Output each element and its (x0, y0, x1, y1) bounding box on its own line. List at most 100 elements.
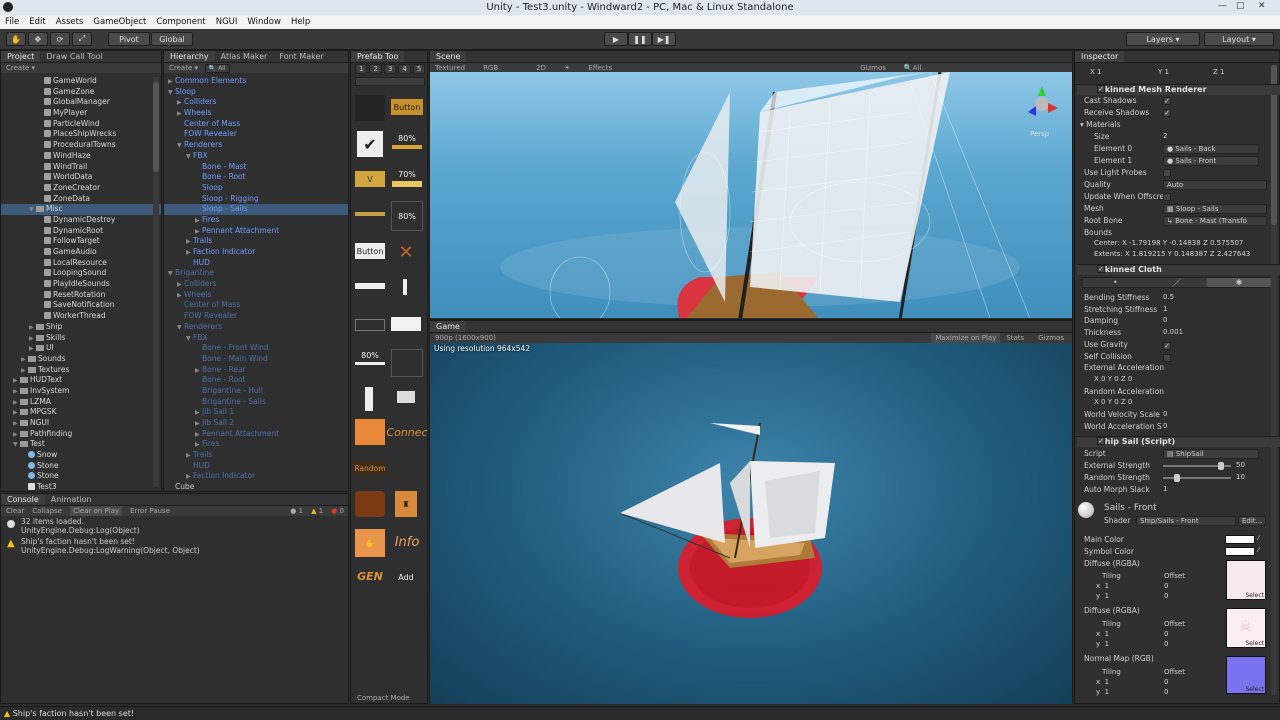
main-color-picker-icon[interactable]: ⁄ (1258, 534, 1259, 544)
hierarchy-item[interactable]: ▼ Renderers (164, 322, 348, 333)
cloth-select-tool-icon[interactable]: • (1113, 278, 1118, 287)
skinned-mesh-renderer-header[interactable]: Skinned Mesh Renderer (1077, 84, 1280, 95)
skinned-cloth-header[interactable]: Skinned Cloth (1077, 264, 1280, 275)
console-clear-button[interactable]: Clear (6, 506, 24, 516)
menu-window[interactable]: Window (242, 17, 286, 27)
console-message-info[interactable]: 32 items loaded. UnityEngine.Debug:Log(O… (7, 517, 140, 535)
hierarchy-item[interactable]: ▶ Wheels (164, 108, 348, 119)
hierarchy-item[interactable]: ▼ Brigantine (164, 268, 348, 279)
cloth-prop-value[interactable]: 0.5 (1163, 293, 1174, 303)
prefab-compact-mode-label[interactable]: Compact Mode (357, 694, 410, 702)
prefab-search-input[interactable] (355, 77, 425, 86)
hierarchy-item[interactable]: ▶ Jib Sail 1 (164, 407, 348, 418)
random-strength-slider[interactable] (1163, 474, 1231, 482)
layout-dropdown[interactable]: Layout ▾ (1204, 32, 1274, 46)
project-item[interactable]: ▶ Pathfinding (1, 429, 161, 440)
diffuse2-tiling-x[interactable]: x 1 (1096, 630, 1109, 640)
maximize-icon[interactable]: ▢ (1236, 1, 1245, 11)
prefab-orange-panel[interactable] (355, 419, 385, 445)
expand-arrow-icon[interactable]: ▼ (186, 152, 193, 163)
prefab-dropdown[interactable]: V (355, 171, 385, 187)
project-item[interactable]: LocalResource (1, 258, 161, 269)
maximize-on-play-toggle[interactable]: Maximize on Play (931, 333, 1001, 343)
shader-edit-button[interactable]: Edit... (1238, 516, 1267, 526)
tab-scene[interactable]: Scene (430, 51, 467, 62)
project-item[interactable]: ▶ Skills (1, 333, 161, 344)
hierarchy-item[interactable]: ▶ Colliders (164, 97, 348, 108)
expand-arrow-icon[interactable]: ▶ (29, 323, 36, 334)
project-item[interactable]: GameWorld (1, 76, 161, 87)
size-value[interactable]: 2 (1163, 132, 1167, 142)
expand-arrow-icon[interactable]: ▶ (21, 355, 28, 366)
scene-orientation-gizmo-icon[interactable] (1028, 86, 1058, 116)
project-item[interactable]: FollowTarget (1, 236, 161, 247)
console-error-pause-toggle[interactable]: Error Pause (130, 506, 170, 516)
prefab-progress-80c[interactable]: 80% (355, 346, 385, 370)
pause-button[interactable]: ❚❚ (628, 32, 652, 46)
cloth-settings-tool-icon[interactable]: ✱ (1207, 278, 1271, 287)
prefab-slider[interactable] (355, 209, 385, 219)
tab-game[interactable]: Game (430, 321, 466, 332)
cloth-prop-value[interactable]: 0.001 (1163, 328, 1183, 338)
normal-tiling-x[interactable]: x 1 (1096, 678, 1109, 688)
quality-dropdown[interactable]: Auto (1163, 180, 1267, 190)
element0-field[interactable]: ● Sails - Back (1163, 144, 1259, 154)
prefab-close-x-icon[interactable]: ✕ (395, 241, 417, 263)
expand-arrow-icon[interactable]: ▼ (168, 269, 175, 280)
diffuse2-offset-y-value[interactable]: 0 (1164, 640, 1168, 650)
hierarchy-item[interactable]: Bone - Main Wind (164, 354, 348, 365)
cloth-prop-value[interactable]: 0 (1163, 422, 1167, 432)
layers-dropdown[interactable]: Layers ▾ (1126, 32, 1200, 46)
bounds-center-value[interactable]: Center: X -1.79198 Y -0.14838 Z 0.575507 (1094, 239, 1270, 249)
receive-shadows-checkbox[interactable]: ✓ (1163, 109, 1171, 117)
prefab-button-white[interactable]: Button (355, 243, 385, 259)
diffuse1-select-button[interactable]: Select (1245, 592, 1264, 599)
project-item[interactable]: WorkerThread (1, 311, 161, 322)
prefab-scrollbar-v[interactable] (365, 387, 373, 411)
hierarchy-item[interactable]: ▼ Renderers (164, 140, 348, 151)
project-item[interactable]: DynamicDestroy (1, 215, 161, 226)
pivot-toggle-button[interactable]: Pivot (108, 32, 150, 46)
project-item[interactable]: WindHaze (1, 151, 161, 162)
element1-field[interactable]: ● Sails - Front (1163, 156, 1259, 166)
hierarchy-item[interactable]: FOW Revealer (164, 311, 348, 322)
self-collision-checkbox[interactable] (1163, 354, 1171, 362)
tab-font-maker[interactable]: Font Maker (273, 51, 329, 62)
project-create-button[interactable]: Create (6, 64, 29, 72)
materials-foldout[interactable]: ▾ Materials (1080, 120, 1121, 131)
project-item[interactable]: ▶ MPGSK (1, 407, 161, 418)
game-viewport[interactable]: Using resolution 964x542 (430, 343, 1072, 704)
tab-hierarchy[interactable]: Hierarchy (164, 51, 215, 62)
script-field[interactable]: ▤ ShipSail (1163, 449, 1259, 459)
diffuse2-tiling-y[interactable]: y 1 (1096, 640, 1109, 650)
console-error-count[interactable]: ● 0 (331, 506, 344, 516)
prefab-scroll-80[interactable]: 80% (391, 201, 423, 231)
project-item[interactable]: WorldData (1, 172, 161, 183)
prefab-page-5[interactable]: 5 (412, 64, 426, 74)
cloth-enabled-checkbox[interactable]: ✓ (1097, 265, 1105, 273)
prefab-checkbox-icon[interactable]: ✔ (357, 131, 383, 157)
project-item[interactable]: ▶ InvSystem (1, 386, 161, 397)
hierarchy-item[interactable]: HUD (164, 461, 348, 472)
expand-arrow-icon[interactable]: ▼ (168, 88, 175, 99)
hierarchy-item[interactable]: Brigantine - Sails (164, 397, 348, 408)
normal-tiling-y[interactable]: y 1 (1096, 688, 1109, 698)
project-item[interactable]: ▼ Misc (1, 204, 161, 215)
shipsail-enabled-checkbox[interactable]: ✓ (1097, 437, 1105, 445)
hierarchy-item[interactable]: ▶ Faction Indicator (164, 471, 348, 482)
prefab-gen-label[interactable]: GEN (353, 567, 387, 585)
hierarchy-item[interactable]: ▶ Bone - Rear (164, 365, 348, 376)
hierarchy-item[interactable]: Sloop - Rigging (164, 194, 348, 205)
menu-file[interactable]: File (0, 17, 24, 27)
hierarchy-item[interactable]: ▶ Trails (164, 450, 348, 461)
expand-arrow-icon[interactable]: ▼ (177, 323, 184, 334)
hierarchy-item[interactable]: Cube (164, 482, 348, 491)
prefab-tooltip[interactable] (397, 391, 415, 403)
hierarchy-item[interactable]: ▶ Fires (164, 215, 348, 226)
cloth-prop-value[interactable]: X 0 Y 0 Z 0 (1094, 375, 1132, 385)
project-item[interactable]: WindTrail (1, 162, 161, 173)
project-item[interactable]: ▶ Textures (1, 365, 161, 376)
project-item[interactable]: ▶ NGUI (1, 418, 161, 429)
cloth-prop-value[interactable]: X 0 Y 0 Z 0 (1094, 398, 1132, 408)
hierarchy-item[interactable]: ▶ Jib Sail 2 (164, 418, 348, 429)
